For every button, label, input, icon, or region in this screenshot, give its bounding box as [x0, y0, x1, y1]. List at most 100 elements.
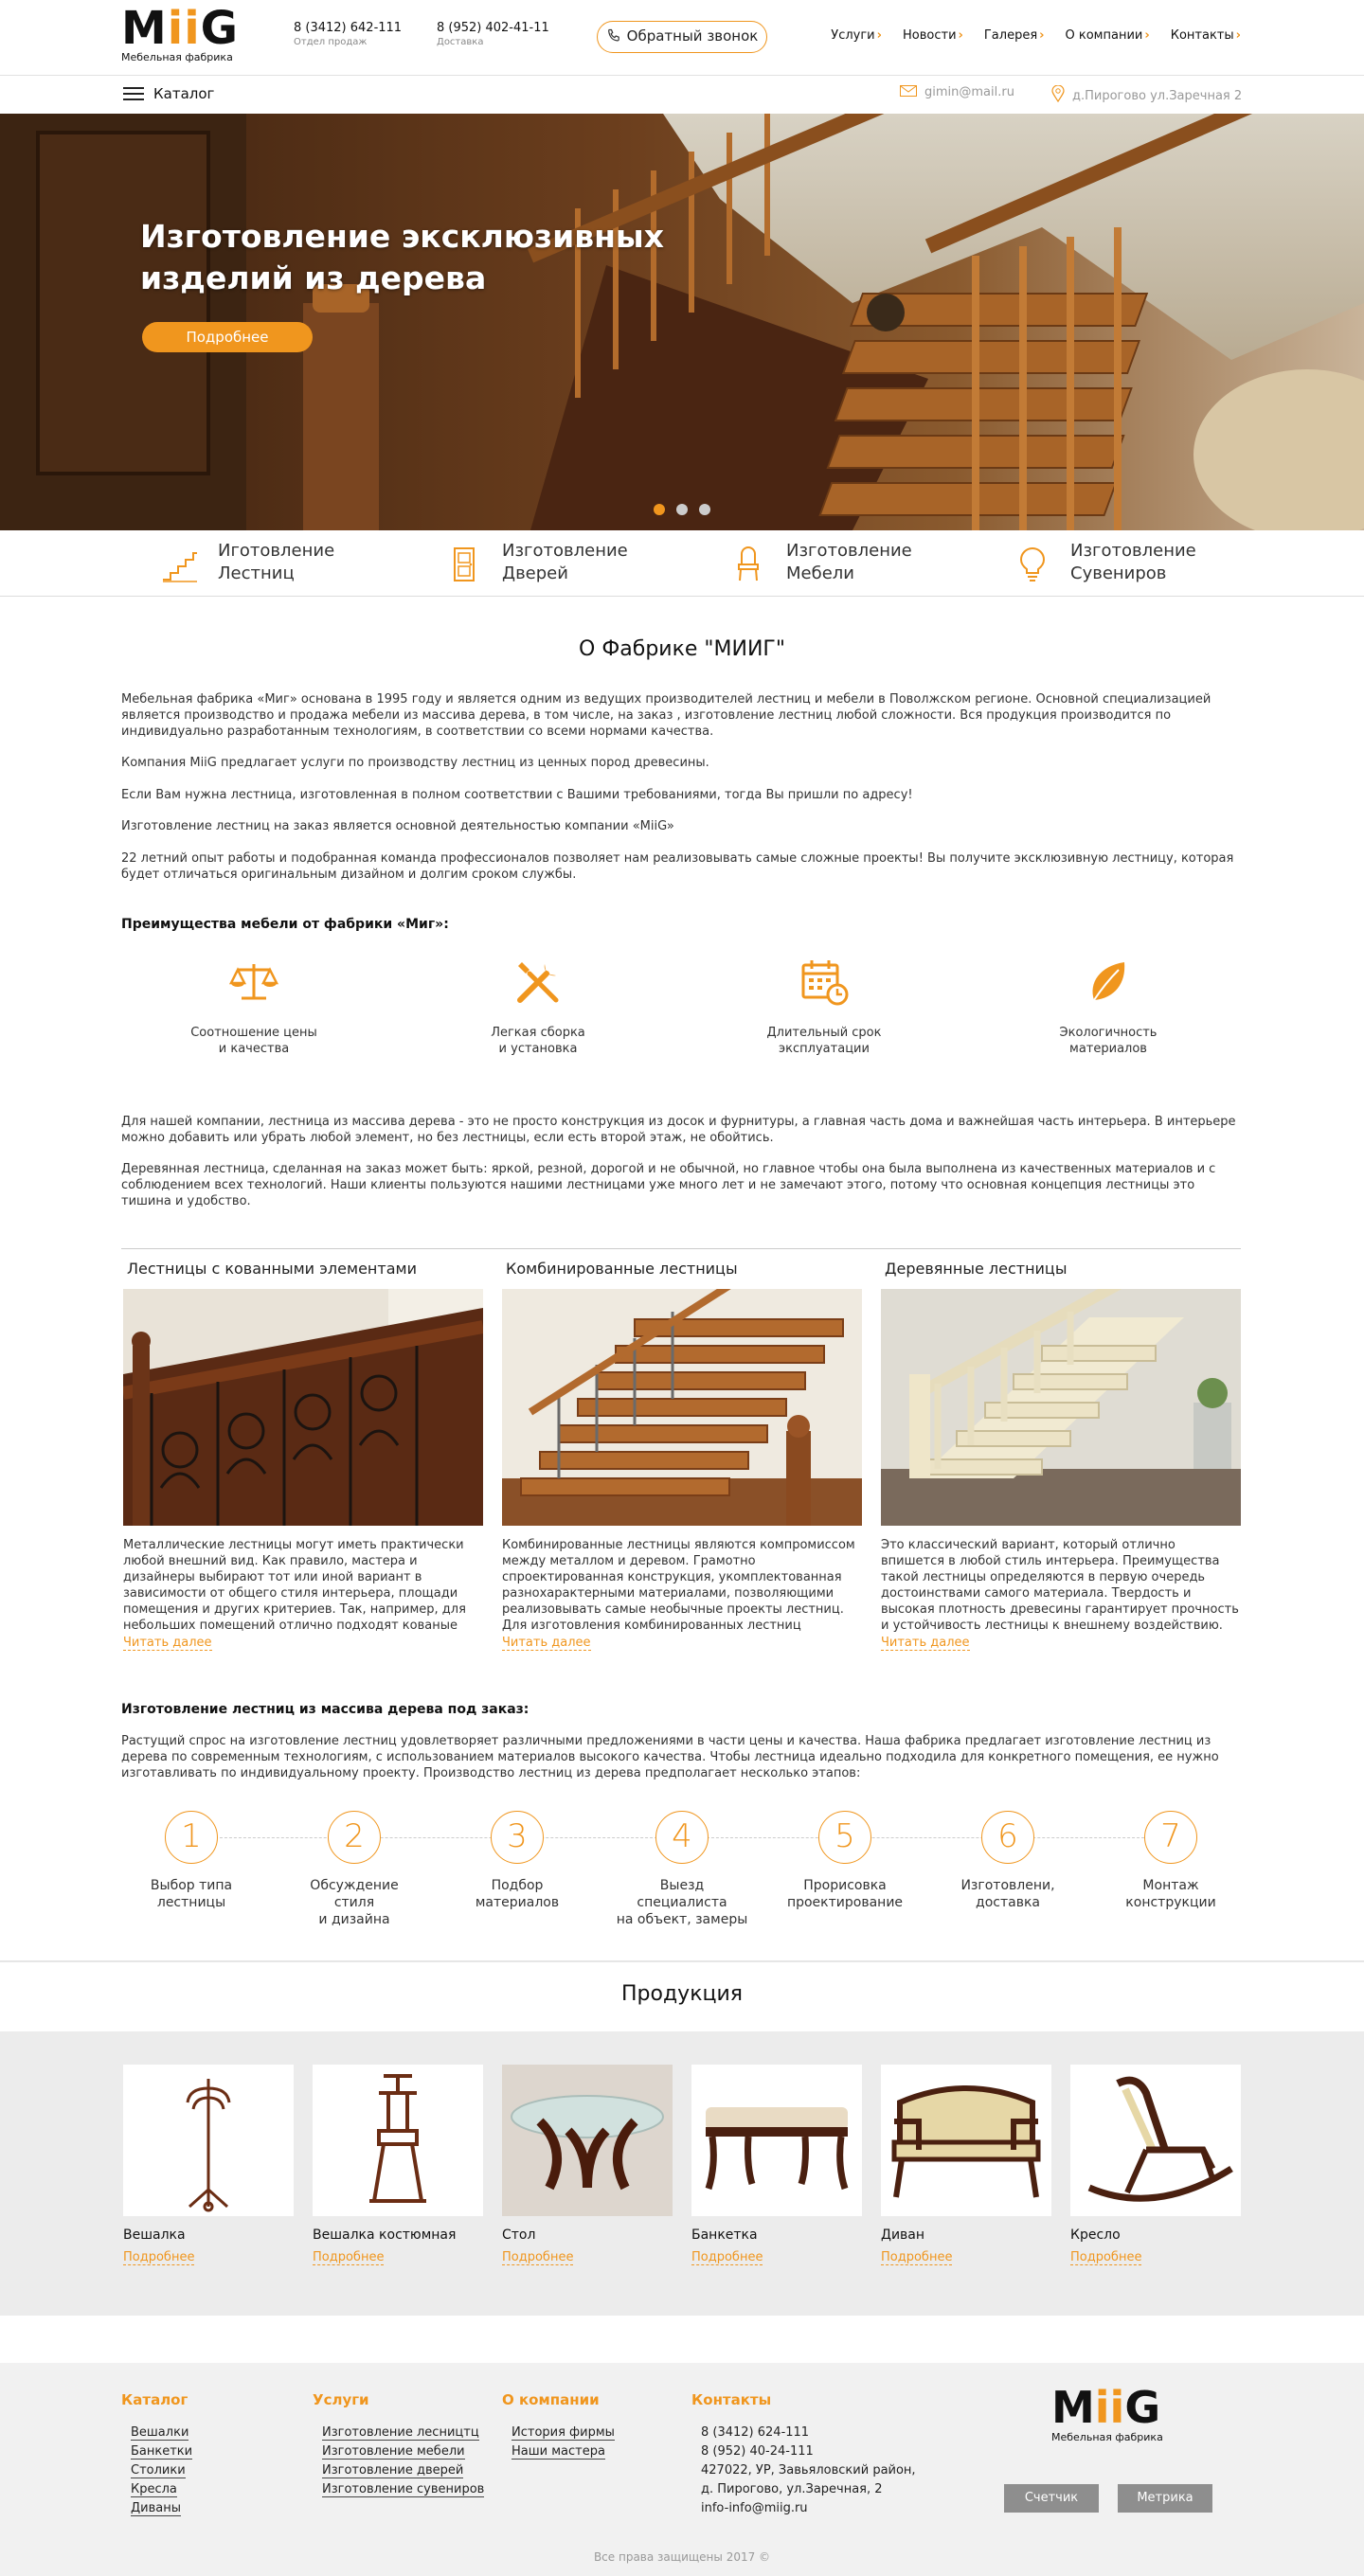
footer-catalog-title: Каталог	[121, 2391, 188, 2408]
menu-icon	[123, 87, 144, 100]
nav-news[interactable]: Новости	[903, 28, 963, 43]
phone-delivery-caption: Доставка	[437, 37, 484, 47]
footer-email[interactable]: info-info@miig.ru	[691, 2499, 916, 2518]
step-label: Выбор типа лестницы	[150, 1878, 233, 1910]
footer-logo-subtitle: Мебельная фабрика	[1051, 2431, 1163, 2443]
footer-link[interactable]: Банкетки	[121, 2442, 193, 2461]
footer-link[interactable]: Кресла	[121, 2480, 192, 2499]
footer-contacts-title: Контакты	[691, 2391, 772, 2408]
step-1: 1 Выбор типа лестницы	[125, 1811, 258, 1911]
product-card[interactable]: Диван Подробнее	[881, 2065, 1051, 2265]
subheader: Каталог gimin@mail.ru д.Пирогово ул.Заре…	[0, 76, 1364, 114]
product-more-link[interactable]: Подробнее	[313, 2250, 385, 2265]
stairs-card-combined: Комбинированные лестницы Комбинированные…	[502, 1260, 862, 1651]
step-label: Выезд специалиста на объект, замеры	[616, 1878, 748, 1927]
footer-logo[interactable]: MiiG Мебельная фабрика	[1051, 2384, 1175, 2443]
footer-services: Услуги Изготовление лесництц Изготовлени…	[313, 2391, 485, 2499]
stairs-card-description: Комбинированные лестницы являются компро…	[502, 1538, 855, 1633]
advantage-price-quality: Соотношение цены и качества	[159, 957, 349, 1057]
callback-button[interactable]: Обратный звонок	[597, 21, 767, 53]
stairs-card-forged: Лестницы с кованными элементами Металлич…	[123, 1260, 483, 1651]
step-number: 3	[491, 1811, 544, 1864]
product-more-link[interactable]: Подробнее	[691, 2250, 763, 2265]
product-more-link[interactable]: Подробнее	[881, 2250, 953, 2265]
coat-rack-image	[123, 2065, 294, 2216]
footer-link[interactable]: Диваны	[121, 2499, 192, 2518]
footer-phone[interactable]: 8 (952) 40-24-111	[691, 2442, 916, 2461]
product-name: Вешалка	[123, 2227, 186, 2243]
footer-link[interactable]: Вешалки	[121, 2424, 192, 2442]
rocking-chair-image	[1070, 2065, 1241, 2216]
step-label: Прорисовка проектирование	[786, 1878, 904, 1910]
divider	[0, 1960, 1364, 1962]
divider	[121, 1248, 1241, 1249]
footer-link[interactable]: Столики	[121, 2461, 192, 2480]
hero-more-button[interactable]: Подробнее	[142, 322, 313, 352]
logo-subtitle: Мебельная фабрика	[121, 51, 233, 63]
nav-contacts[interactable]: Контакты	[1171, 28, 1241, 43]
about-text2-2: Деревянная лестница, сделанная на заказ …	[121, 1162, 1216, 1208]
wooden-stairs-image	[881, 1289, 1241, 1526]
nav-about[interactable]: О компании	[1066, 28, 1150, 43]
phone-sales[interactable]: 8 (3412) 642-111 Отдел продаж	[294, 21, 402, 47]
step-label: Подбор материалов	[475, 1878, 560, 1910]
product-card[interactable]: Банкетка Подробнее	[691, 2065, 862, 2265]
product-card[interactable]: Кресло Подробнее	[1070, 2065, 1241, 2265]
slider-dot-3[interactable]	[699, 504, 710, 515]
footer-services-title: Услуги	[313, 2391, 369, 2408]
product-card[interactable]: Вешалка Подробнее	[123, 2065, 294, 2265]
about-paragraph-2: Компания MiiG предлагает услуги по произ…	[121, 756, 709, 770]
step-number: 2	[328, 1811, 381, 1864]
scales-icon	[228, 964, 279, 1000]
step-2: 2 Обсуждение стиля и дизайна	[288, 1811, 421, 1928]
sofa-image	[881, 2065, 1051, 2216]
slider-dot-1[interactable]	[654, 504, 665, 515]
footer-link[interactable]: Изготовление мебели	[313, 2442, 484, 2461]
door-icon	[454, 547, 475, 581]
product-card[interactable]: Вешалка костюмная Подробнее	[313, 2065, 483, 2265]
header-address: д.Пирогово ул.Заречная 2	[1051, 84, 1242, 103]
footer-link[interactable]: Изготовление сувениров	[313, 2480, 485, 2499]
counter-button[interactable]: Счетчик	[1004, 2484, 1099, 2513]
step-label: Монтаж конструкции	[1125, 1878, 1216, 1910]
footer-link[interactable]: История фирмы	[502, 2424, 615, 2442]
footer-phone[interactable]: 8 (3412) 624-111	[691, 2424, 916, 2442]
product-name: Кресло	[1070, 2227, 1121, 2243]
footer-catalog: Каталог Вешалки Банкетки Столики Кресла …	[121, 2391, 193, 2518]
metrika-button[interactable]: Метрика	[1118, 2484, 1212, 2513]
slider-dot-2[interactable]	[676, 504, 688, 515]
tools-icon	[517, 962, 559, 1003]
nav-gallery[interactable]: Галерея	[984, 28, 1045, 43]
about-text2-1: Для нашей компании, лестница из массива …	[121, 1115, 1236, 1145]
logo[interactable]: MiiG Мебельная фабрика	[121, 4, 238, 70]
step-number: 1	[165, 1811, 218, 1864]
footer-link[interactable]: Наши мастера	[502, 2442, 615, 2461]
read-more-link[interactable]: Читать далее	[502, 1636, 591, 1651]
nav-services[interactable]: Услуги	[831, 28, 882, 43]
stairs-card-title: Лестницы с кованными элементами	[127, 1260, 417, 1278]
product-more-link[interactable]: Подробнее	[502, 2250, 574, 2265]
stairs-card-title: Комбинированные лестницы	[506, 1260, 738, 1278]
phone-sales-caption: Отдел продаж	[294, 37, 368, 47]
step-number: 4	[655, 1811, 709, 1864]
header-email[interactable]: gimin@mail.ru	[900, 85, 1014, 99]
footer-link[interactable]: Изготовление дверей	[313, 2461, 484, 2480]
hero-title: Изготовление эксклюзивных изделий из дер…	[140, 218, 665, 296]
product-more-link[interactable]: Подробнее	[1070, 2250, 1142, 2265]
calendar-clock-icon	[801, 960, 849, 1006]
product-name: Диван	[881, 2227, 925, 2243]
about-title: О Фабрике "МИИГ"	[579, 637, 785, 661]
about-paragraph-5: 22 летний опыт работы и подобранная кома…	[121, 851, 1234, 882]
phone-delivery[interactable]: 8 (952) 402-41-11 Доставка	[437, 21, 549, 47]
step-label: Изготовлени, доставка	[960, 1878, 1055, 1910]
footer-link[interactable]: Изготовление лесництц	[313, 2424, 484, 2442]
read-more-link[interactable]: Читать далее	[881, 1636, 970, 1651]
product-more-link[interactable]: Подробнее	[123, 2250, 195, 2265]
footer-company-title: О компании	[502, 2391, 600, 2408]
catalog-menu-button[interactable]: Каталог	[123, 85, 214, 102]
read-more-link[interactable]: Читать далее	[123, 1636, 212, 1651]
product-card[interactable]: Стол Подробнее	[502, 2065, 673, 2265]
phone-icon	[606, 22, 621, 51]
footer-address-line: 427022, УР, Завьяловский район,	[701, 2463, 916, 2478]
stairs-card-wooden: Деревянные лестницы Это классический вар…	[881, 1260, 1241, 1651]
